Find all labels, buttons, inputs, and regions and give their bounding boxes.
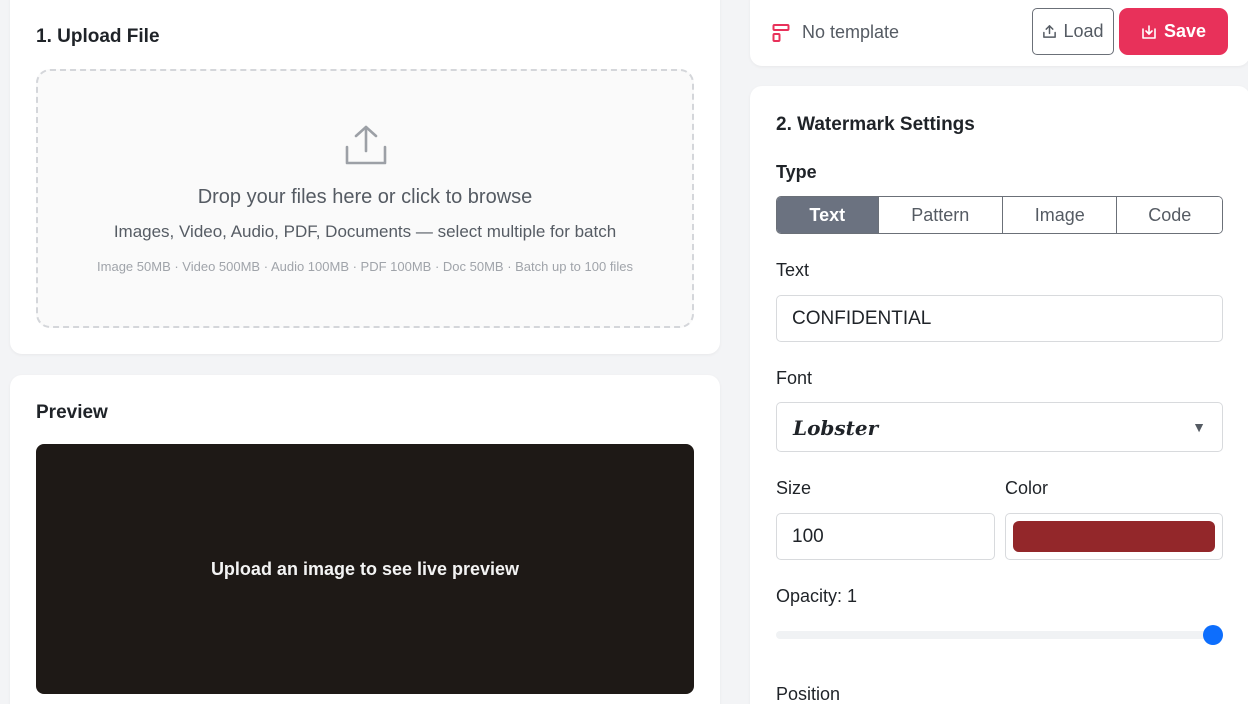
type-button-group: Text Pattern Image Code — [776, 196, 1223, 234]
dropzone-main-text: Drop your files here or click to browse — [197, 186, 533, 208]
settings-title: 2. Watermark Settings — [776, 114, 975, 135]
preview-placeholder: Upload an image to see live preview — [210, 558, 520, 579]
template-icon — [772, 24, 790, 42]
preview-card: Preview Upload an image to see live prev… — [10, 375, 720, 704]
load-template-button[interactable]: Load — [1032, 8, 1114, 55]
color-picker[interactable] — [1005, 513, 1223, 560]
size-input[interactable] — [776, 513, 995, 560]
type-pattern-button[interactable]: Pattern — [877, 197, 1002, 233]
dropzone-sub-text: Images, Video, Audio, PDF, Documents — s… — [113, 222, 617, 241]
opacity-slider-thumb[interactable] — [1203, 625, 1223, 645]
type-text-button[interactable]: Text — [777, 197, 878, 233]
type-label: Type — [776, 162, 817, 182]
opacity-label: Opacity: 1 — [776, 586, 858, 606]
position-label: Position — [776, 684, 841, 704]
type-code-button[interactable]: Code — [1116, 197, 1222, 233]
color-swatch — [1013, 521, 1215, 552]
preview-canvas: Upload an image to see live preview — [36, 444, 694, 694]
upload-icon — [345, 125, 387, 165]
upload-title: 1. Upload File — [36, 26, 160, 47]
type-image-button[interactable]: Image — [1001, 197, 1117, 233]
file-dropzone[interactable]: Drop your files here or click to browse … — [36, 69, 694, 328]
text-label: Text — [776, 260, 810, 280]
save-button-label: Save — [1163, 21, 1207, 41]
color-label: Color — [1005, 478, 1049, 498]
font-label: Font — [776, 368, 813, 388]
preview-title: Preview — [36, 402, 108, 423]
template-status: No template — [802, 22, 900, 42]
opacity-slider-track[interactable] — [776, 631, 1223, 639]
font-select[interactable]: Lobster ▼ — [776, 402, 1223, 452]
save-icon — [1142, 24, 1156, 39]
watermark-text-input[interactable] — [776, 295, 1223, 342]
watermark-settings-card: 2. Watermark Settings Type Text Pattern … — [750, 86, 1248, 704]
upload-icon — [1043, 25, 1057, 38]
font-selected-value: Lobster — [793, 416, 879, 440]
size-label: Size — [776, 478, 812, 498]
dropzone-limits-text: Image 50MB · Video 500MB · Audio 100MB ·… — [97, 259, 633, 274]
load-button-label: Load — [1063, 21, 1104, 41]
upload-card: 1. Upload File Drop your files here or c… — [10, 0, 720, 354]
template-bar: No template Load Save — [750, 0, 1248, 66]
caret-down-icon: ▼ — [1192, 419, 1206, 435]
save-template-button[interactable]: Save — [1119, 8, 1228, 55]
